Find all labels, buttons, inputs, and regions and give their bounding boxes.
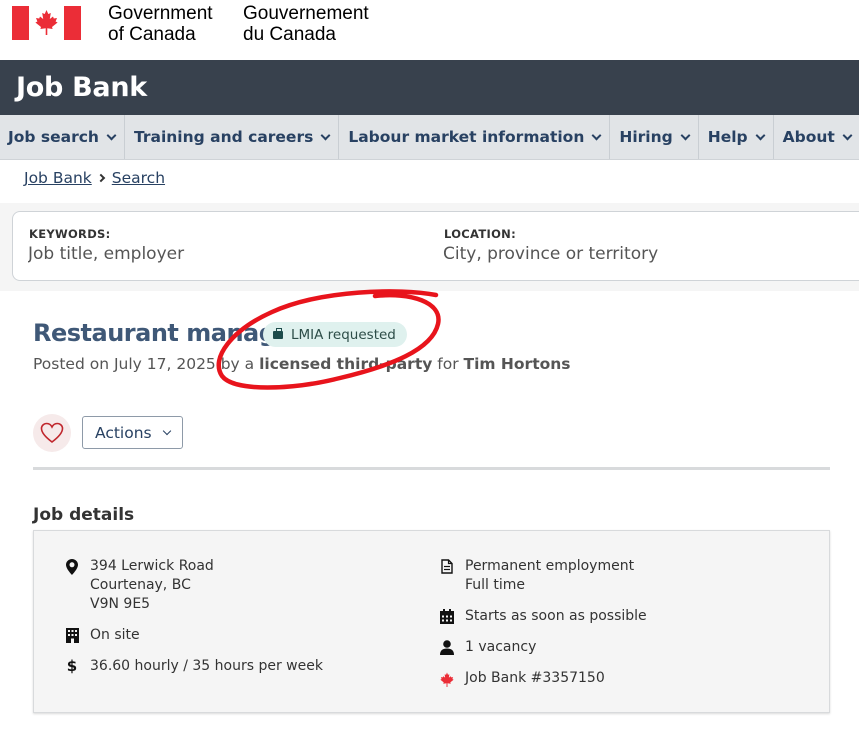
lmia-badge: LMIA requested <box>263 322 407 347</box>
job-number-text: Job Bank #3357150 <box>465 670 605 686</box>
employer-name: Tim Hortons <box>463 355 571 373</box>
nav-label: Job search <box>8 128 99 146</box>
address-item: 394 Lerwick Road Courtenay, BC V9N 9E5 <box>64 557 214 614</box>
chevron-down-icon <box>842 130 853 140</box>
nav-item-labour-market-information[interactable]: Labour market information <box>339 115 611 159</box>
document-icon <box>439 557 455 576</box>
nav-item-about[interactable]: About <box>774 115 859 159</box>
vacancy-item: 1 vacancy <box>439 638 536 657</box>
nav-label: Hiring <box>619 128 673 146</box>
poster-type: licensed third-party <box>259 355 433 373</box>
person-icon <box>439 638 455 657</box>
gov-name-en: Government of Canada <box>108 3 213 45</box>
posted-date-text: Posted on July 17, 2025 by a <box>33 355 260 373</box>
chevron-down-icon <box>680 130 691 140</box>
calendar-icon <box>439 607 455 626</box>
breadcrumb-link-job-bank[interactable]: Job Bank <box>24 169 92 187</box>
gov-header: Government of Canada Gouvernement du Can… <box>0 0 859 60</box>
main-nav: Job search Training and careers Labour m… <box>0 115 859 160</box>
chevron-down-icon <box>320 130 331 140</box>
posted-line: Posted on July 17, 2025 by a licensed th… <box>33 355 571 373</box>
workplace-text: On site <box>90 627 140 643</box>
workplace-item: On site <box>64 626 140 645</box>
briefcase-icon <box>273 327 283 339</box>
building-icon <box>64 626 80 645</box>
job-details-panel: 394 Lerwick Road Courtenay, BC V9N 9E5 O… <box>33 530 830 713</box>
maple-leaf-icon <box>439 669 455 688</box>
nav-item-job-search[interactable]: Job search <box>0 115 125 159</box>
actions-label: Actions <box>95 423 152 442</box>
canada-flag-icon <box>12 6 81 40</box>
search-form: KEYWORDS: LOCATION: <box>12 211 859 281</box>
nav-item-training-and-careers[interactable]: Training and careers <box>125 115 340 159</box>
start-text: Starts as soon as possible <box>465 608 647 624</box>
breadcrumb: Job Bank Search <box>24 169 165 187</box>
nav-label: Labour market information <box>348 128 585 146</box>
nav-item-hiring[interactable]: Hiring <box>610 115 699 159</box>
gov-name-fr: Gouvernement du Canada <box>243 3 369 45</box>
nav-label: Help <box>707 128 748 146</box>
heart-icon <box>40 422 64 444</box>
actions-button[interactable]: Actions <box>82 416 183 449</box>
employment-hours: Full time <box>465 577 526 593</box>
keywords-label: KEYWORDS: <box>29 227 111 241</box>
nav-item-help[interactable]: Help <box>699 115 774 159</box>
favourite-button[interactable] <box>33 414 71 452</box>
address-line-2: Courtenay, BC <box>90 577 191 593</box>
nav-label: About <box>782 128 835 146</box>
app-title[interactable]: Job Bank <box>16 72 147 103</box>
for-word: for <box>432 355 464 373</box>
nav-label: Training and careers <box>133 128 314 146</box>
lmia-badge-label: LMIA requested <box>291 326 396 343</box>
chevron-down-icon <box>755 130 766 140</box>
salary-item: $ 36.60 hourly / 35 hours per week <box>64 657 323 676</box>
divider <box>33 467 830 470</box>
vacancy-text: 1 vacancy <box>465 639 537 655</box>
map-marker-icon <box>64 557 80 576</box>
chevron-down-icon <box>106 130 117 140</box>
start-item: Starts as soon as possible <box>439 607 647 626</box>
chevron-right-icon <box>96 173 106 183</box>
search-band: KEYWORDS: LOCATION: <box>0 203 859 291</box>
address-line-1: 394 Lerwick Road <box>90 558 214 574</box>
address-line-3: V9N 9E5 <box>90 596 151 612</box>
job-number-item: Job Bank #3357150 <box>439 669 605 688</box>
employment-type: Permanent employment <box>465 558 635 574</box>
salary-text: 36.60 hourly / 35 hours per week <box>90 658 323 674</box>
keywords-input[interactable] <box>28 244 388 264</box>
location-input[interactable] <box>443 244 803 264</box>
chevron-down-icon <box>162 426 171 435</box>
dollar-icon: $ <box>66 657 78 675</box>
app-bar: Job Bank <box>0 60 859 115</box>
chevron-down-icon <box>591 130 602 140</box>
location-label: LOCATION: <box>444 227 516 241</box>
job-details-heading: Job details <box>33 505 135 525</box>
employment-item: Permanent employment Full time <box>439 557 634 595</box>
breadcrumb-link-search[interactable]: Search <box>112 169 165 187</box>
